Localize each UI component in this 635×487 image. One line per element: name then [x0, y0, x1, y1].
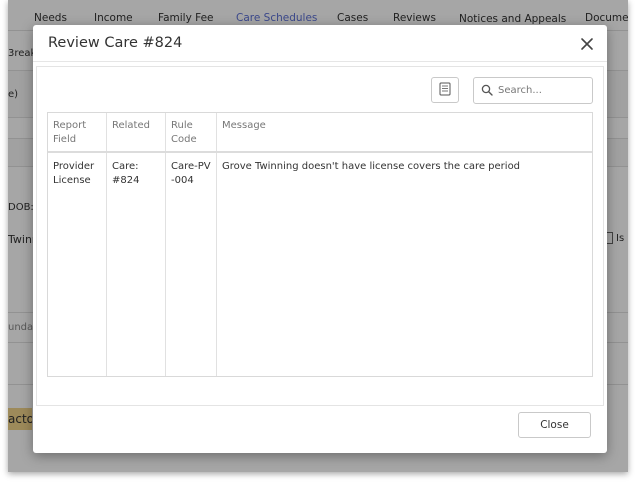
- column-header-report-field[interactable]: Report Field: [53, 119, 103, 147]
- cell-related: Care: #824: [112, 161, 140, 186]
- search-icon: [481, 84, 493, 96]
- column-header-related[interactable]: Related: [112, 119, 162, 133]
- export-csv-icon: [438, 81, 452, 100]
- review-care-dialog: Review Care #824 Report Field Related Ru…: [33, 25, 607, 453]
- dialog-header-divider: [33, 61, 607, 62]
- cell-message: Grove Twinning doesn't have license cove…: [222, 161, 521, 172]
- cell-rule-code: Care-PV-004: [171, 161, 211, 186]
- close-button[interactable]: Close: [518, 412, 591, 438]
- close-icon[interactable]: [577, 34, 597, 54]
- dialog-title: Review Care #824: [48, 35, 183, 51]
- export-button[interactable]: [431, 77, 459, 103]
- column-header-rule-code[interactable]: Rule Code: [171, 119, 211, 147]
- column-header-message[interactable]: Message: [222, 119, 522, 133]
- search-box[interactable]: [473, 77, 593, 104]
- cell-report-field: Provider License: [53, 161, 95, 186]
- search-input[interactable]: [498, 81, 586, 99]
- review-results-table: Report Field Related Rule Code Message P…: [47, 112, 593, 377]
- header-divider: [48, 151, 592, 153]
